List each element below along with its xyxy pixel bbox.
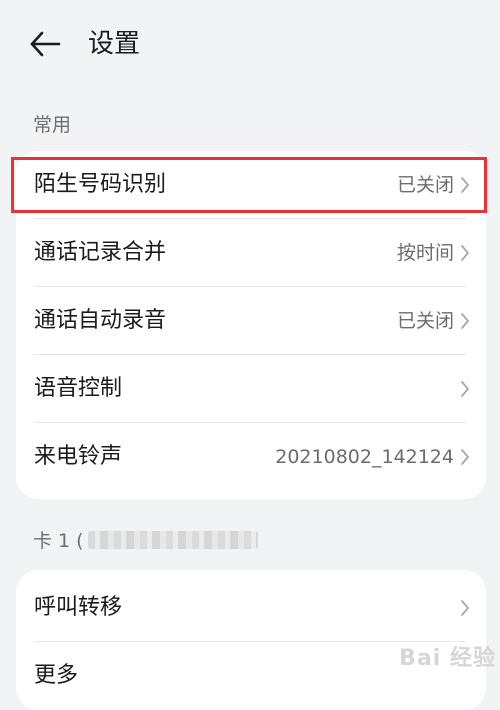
row-label: 语音控制 <box>34 376 123 401</box>
chevron-right-icon <box>461 245 469 261</box>
row-auto-record[interactable]: 通话自动录音 已关闭 <box>16 287 486 355</box>
row-label: 呼叫转移 <box>34 595 123 620</box>
row-value: 20210802_142124 <box>275 446 454 468</box>
arrow-left-icon <box>30 31 61 57</box>
row-label: 通话记录合并 <box>34 240 167 265</box>
page-title: 设置 <box>88 29 141 59</box>
row-value: 已关闭 <box>396 310 454 332</box>
chevron-right-icon <box>461 177 469 193</box>
row-unknown-number-id[interactable]: 陌生号码识别 已关闭 <box>16 151 486 219</box>
back-button[interactable] <box>26 24 66 64</box>
row-call-log-merge[interactable]: 通话记录合并 按时间 <box>16 219 486 287</box>
section-title-card1: 卡 1 ( <box>33 526 258 553</box>
row-label: 来电铃声 <box>34 444 123 469</box>
chevron-right-icon <box>461 381 469 397</box>
row-value: 按时间 <box>396 242 454 264</box>
settings-card-common: 陌生号码识别 已关闭 通话记录合并 按时间 通话自动录音 已关闭 语音控制 来电… <box>16 151 486 499</box>
section-title-common: 常用 <box>33 114 72 136</box>
row-label: 更多 <box>34 663 79 688</box>
row-value: 已关闭 <box>396 174 454 196</box>
row-label: 通话自动录音 <box>34 308 167 333</box>
redacted-number-mask <box>87 530 258 549</box>
chevron-right-icon <box>461 449 469 465</box>
row-label: 陌生号码识别 <box>34 172 167 197</box>
section-title-text: 卡 1 ( <box>33 530 84 552</box>
row-voice-control[interactable]: 语音控制 <box>16 355 486 423</box>
watermark: Bai 经验 <box>399 646 496 671</box>
chevron-right-icon <box>461 600 469 616</box>
row-call-forwarding[interactable]: 呼叫转移 <box>16 574 486 642</box>
row-ringtone[interactable]: 来电铃声 20210802_142124 <box>16 423 486 491</box>
app-header: 设置 <box>0 0 500 90</box>
chevron-right-icon <box>461 313 469 329</box>
